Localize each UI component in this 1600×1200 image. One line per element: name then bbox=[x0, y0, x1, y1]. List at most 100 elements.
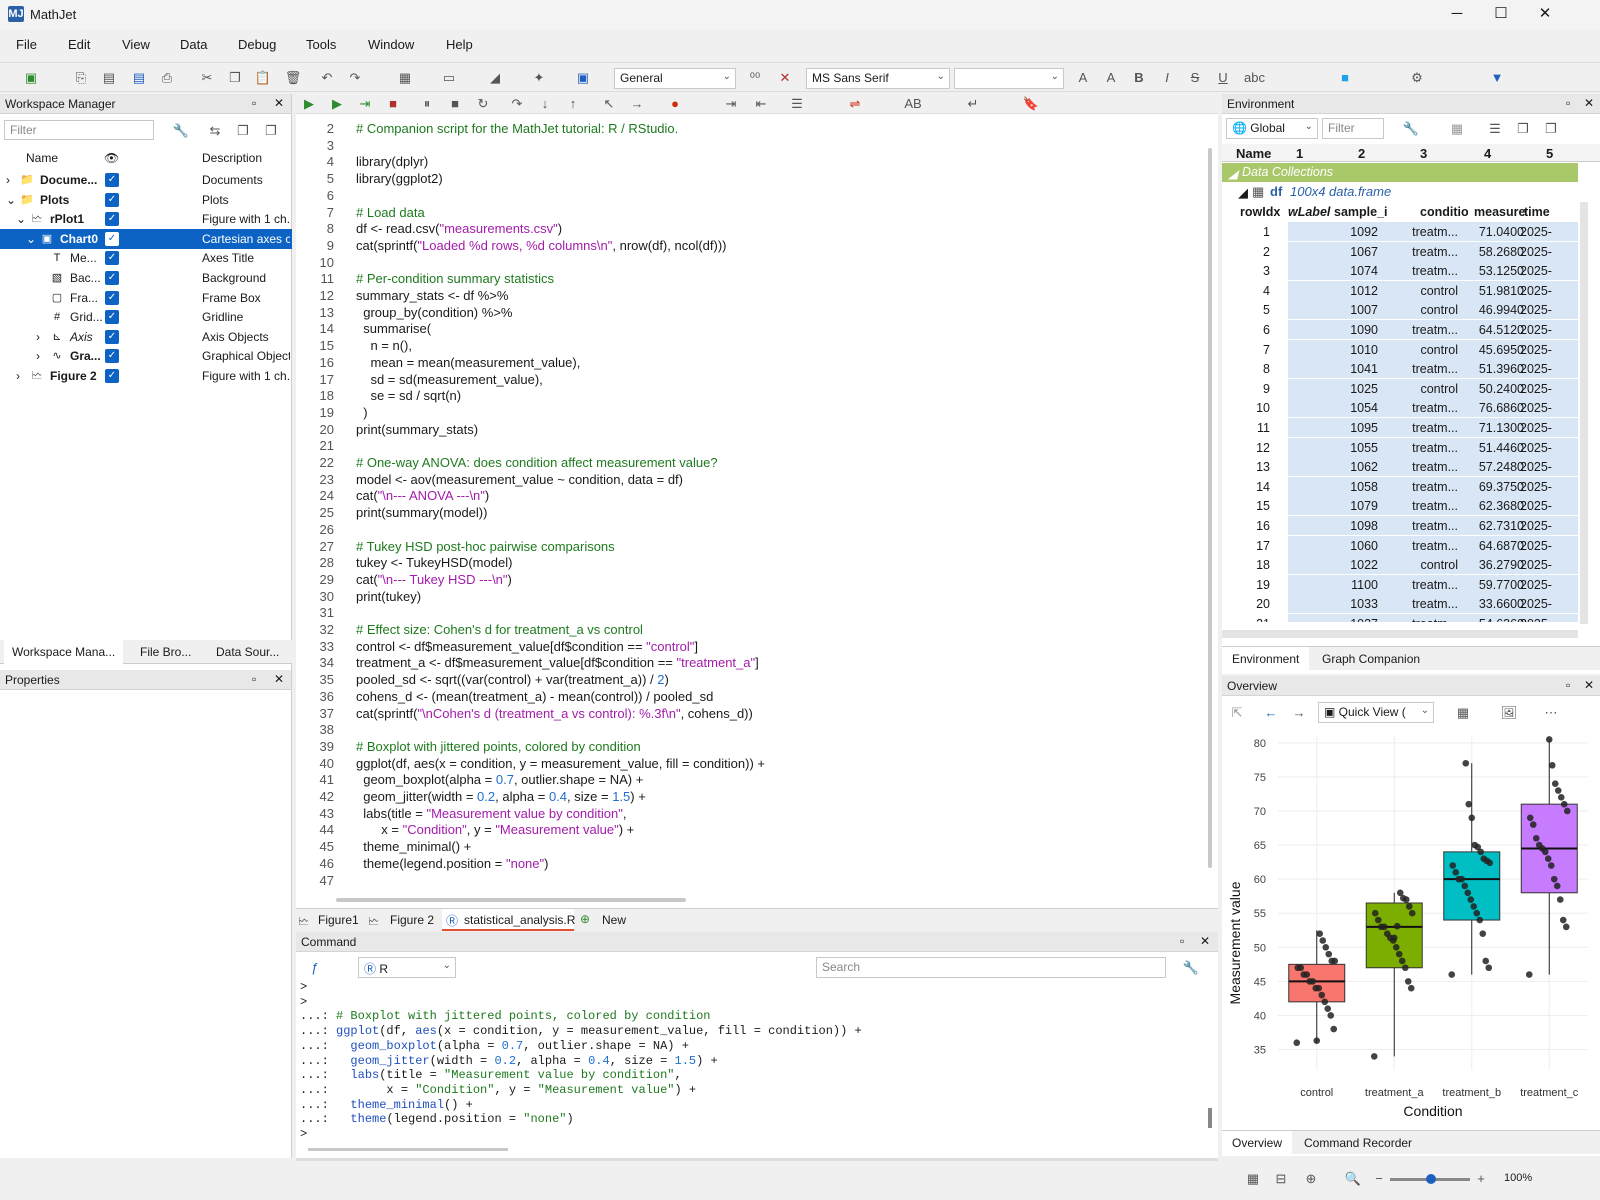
tree-row[interactable]: ▧ Bac... ✓ Background bbox=[0, 268, 292, 288]
code-line[interactable]: 34 treatment_a <- df$measurement_value[df… bbox=[296, 654, 1201, 671]
tab-figure2[interactable]: Figure 2 bbox=[390, 913, 434, 927]
table-icon[interactable]: ▦ bbox=[396, 69, 414, 87]
menu-data[interactable]: Data bbox=[180, 37, 207, 52]
wrap-icon[interactable]: ↵ bbox=[964, 95, 982, 113]
bold-icon[interactable]: B bbox=[1130, 69, 1148, 87]
code-line[interactable]: 30 print(tukey) bbox=[296, 588, 1201, 605]
code-line[interactable]: 6 bbox=[296, 187, 1201, 204]
crosshair-icon[interactable]: ⊕ bbox=[1302, 1170, 1320, 1188]
outdent-icon[interactable]: ⇤ bbox=[752, 95, 770, 113]
code-line[interactable]: 13 group_by(condition) %>% bbox=[296, 304, 1201, 321]
language-combo[interactable]: Ⓡ R ⌄ bbox=[358, 957, 456, 978]
visibility-checkbox[interactable]: ✓ bbox=[105, 329, 119, 344]
env-col-1[interactable]: 1 bbox=[1296, 146, 1303, 161]
col-description[interactable]: Description bbox=[202, 151, 262, 165]
horizontal-scrollbar[interactable] bbox=[336, 898, 686, 902]
code-line[interactable]: 17 sd = sd(measurement_value), bbox=[296, 371, 1201, 388]
code-line[interactable]: 42 geom_jitter(width = 0.2, alpha = 0.4,… bbox=[296, 788, 1201, 805]
script-editor[interactable]: ▶ ▶ ⇥ ■ ⏸ ■ ↻ ↷ ↓ ↑ ↖ → ● ⇥ ⇤ ☰ ⇌ AB ↵ 🔖… bbox=[296, 94, 1218, 908]
df-header-cell[interactable]: sample_i bbox=[1334, 202, 1394, 222]
code-line[interactable]: 5 library(ggplot2) bbox=[296, 170, 1201, 187]
tree-row[interactable]: ⌄ 🗠 rPlot1 ✓ Figure with 1 ch. bbox=[0, 209, 292, 229]
redo-icon[interactable]: ↷ bbox=[346, 69, 364, 87]
env-col-name[interactable]: Name bbox=[1236, 146, 1271, 161]
italic-icon[interactable]: I bbox=[1158, 69, 1176, 87]
zoom-out-icon[interactable]: − bbox=[1370, 1170, 1388, 1188]
command-output[interactable]: > > ...: # Boxplot with jittered points,… bbox=[296, 980, 1218, 1141]
zoom-slider-thumb[interactable] bbox=[1426, 1174, 1436, 1184]
expand-icon[interactable]: ❐ bbox=[262, 122, 280, 140]
env-col-5[interactable]: 5 bbox=[1546, 146, 1553, 161]
tree-row[interactable]: T Me... ✓ Axes Title bbox=[0, 248, 292, 268]
code-line[interactable]: 22 # One-way ANOVA: does condition affect… bbox=[296, 454, 1201, 471]
run-selection-icon[interactable]: ▶ bbox=[328, 95, 346, 113]
visibility-checkbox[interactable]: ✓ bbox=[105, 212, 119, 227]
code-line[interactable]: 44 x = "Condition", y = "Measurement val… bbox=[296, 821, 1201, 838]
case-icon[interactable]: AB bbox=[904, 95, 922, 113]
env-hscrollbar[interactable] bbox=[1222, 630, 1578, 638]
cut-icon[interactable]: ✂ bbox=[198, 69, 216, 87]
menu-tools[interactable]: Tools bbox=[306, 37, 336, 52]
code-line[interactable]: 35 pooled_sd <- sqrt((var(control) + var(… bbox=[296, 671, 1201, 688]
forward-icon[interactable]: → bbox=[1290, 704, 1308, 722]
filter-icon[interactable]: ▼ bbox=[1488, 69, 1506, 87]
grid-icon[interactable]: ▦ bbox=[1244, 1170, 1262, 1188]
export-icon[interactable]: ▦ bbox=[1454, 704, 1472, 722]
spellcheck-icon[interactable]: abc bbox=[1244, 69, 1265, 87]
code-line[interactable]: 12 summary_stats <- df %>% bbox=[296, 287, 1201, 304]
quick-view-combo[interactable]: ▣ Quick View (⌄ bbox=[1318, 702, 1434, 723]
tab-new[interactable]: New bbox=[602, 913, 626, 927]
stop-run-icon[interactable]: ■ bbox=[384, 95, 402, 113]
code-line[interactable]: 29 cat("\n--- Tukey HSD ---\n") bbox=[296, 571, 1201, 588]
close-icon[interactable]: ✕ bbox=[1584, 678, 1594, 692]
menu-edit[interactable]: Edit bbox=[68, 37, 90, 52]
tab-statistical-analysis-active[interactable]: Ⓡ statistical_analysis.R bbox=[442, 909, 575, 931]
screen-icon[interactable]: ▣ bbox=[574, 69, 592, 87]
run-icon[interactable]: ▶ bbox=[300, 95, 318, 113]
command-hscrollbar[interactable] bbox=[308, 1148, 508, 1151]
code-line[interactable]: 4 library(dplyr) bbox=[296, 153, 1201, 170]
chart-type-icon[interactable]: ◢ bbox=[486, 69, 504, 87]
visibility-checkbox[interactable]: ✓ bbox=[105, 310, 119, 325]
grid-view-icon[interactable]: ▦ bbox=[1448, 120, 1466, 138]
data-collections-section[interactable]: ◢ Data Collections bbox=[1222, 163, 1578, 182]
code-line[interactable]: 43 labs(title = "Measurement value by co… bbox=[296, 805, 1201, 822]
close-icon[interactable]: ✕ bbox=[274, 96, 284, 110]
menu-file[interactable]: File bbox=[16, 37, 37, 52]
float-icon[interactable]: ▫ bbox=[252, 96, 256, 110]
scope-combo[interactable]: 🌐 Global ⌄ bbox=[1226, 118, 1318, 139]
copy-icon[interactable]: ❐ bbox=[226, 69, 244, 87]
visibility-checkbox[interactable]: ✓ bbox=[105, 173, 119, 187]
close-icon[interactable]: ✕ bbox=[1200, 934, 1210, 948]
menu-help[interactable]: Help bbox=[446, 37, 473, 52]
zoom-icon[interactable]: 🔍 bbox=[1344, 1170, 1362, 1188]
code-line[interactable]: 25 print(summary(model)) bbox=[296, 504, 1201, 521]
format-combo[interactable]: General ⌄ bbox=[614, 68, 736, 89]
shrink-font-icon[interactable]: A bbox=[1102, 69, 1120, 87]
code-line[interactable]: 8 df <- read.csv("measurements.csv") bbox=[296, 220, 1201, 237]
code-line[interactable]: 9 cat(sprintf("Loaded %d rows, %d columns… bbox=[296, 237, 1201, 254]
env-col-3[interactable]: 3 bbox=[1420, 146, 1427, 161]
paste-icon[interactable]: ❐ bbox=[1542, 120, 1560, 138]
expander-icon[interactable]: › bbox=[16, 366, 20, 386]
code-line[interactable]: 31 bbox=[296, 604, 1201, 621]
tree-row[interactable]: › 🗠 Figure 2 ✓ Figure with 1 ch. bbox=[0, 366, 292, 386]
connector-icon[interactable]: ✦ bbox=[530, 69, 548, 87]
env-col-2[interactable]: 2 bbox=[1358, 146, 1365, 161]
code-line[interactable]: 3 bbox=[296, 137, 1201, 154]
float-icon[interactable]: ▫ bbox=[1566, 678, 1570, 692]
code-line[interactable]: 24 cat("\n--- ANOVA ---\n") bbox=[296, 487, 1201, 504]
save-icon[interactable]: ▤ bbox=[100, 69, 118, 87]
visibility-checkbox[interactable]: ✓ bbox=[105, 251, 119, 266]
layout-icon[interactable]: ⊟ bbox=[1272, 1170, 1290, 1188]
image-icon[interactable]: 🖼 bbox=[1500, 704, 1518, 722]
code-line[interactable]: 14 summarise( bbox=[296, 320, 1201, 337]
new-icon[interactable]: ▣ bbox=[22, 69, 40, 87]
copy-icon[interactable]: ❐ bbox=[1514, 120, 1532, 138]
visibility-checkbox[interactable]: ✓ bbox=[105, 231, 119, 246]
env-col-4[interactable]: 4 bbox=[1484, 146, 1491, 161]
delete-icon[interactable]: 🗑 bbox=[284, 69, 302, 87]
visibility-checkbox[interactable]: ✓ bbox=[105, 290, 119, 305]
collapse-icon[interactable]: ❐ bbox=[234, 122, 252, 140]
code-line[interactable]: 37 cat(sprintf("\nCohen's d (treatment_a … bbox=[296, 705, 1201, 722]
